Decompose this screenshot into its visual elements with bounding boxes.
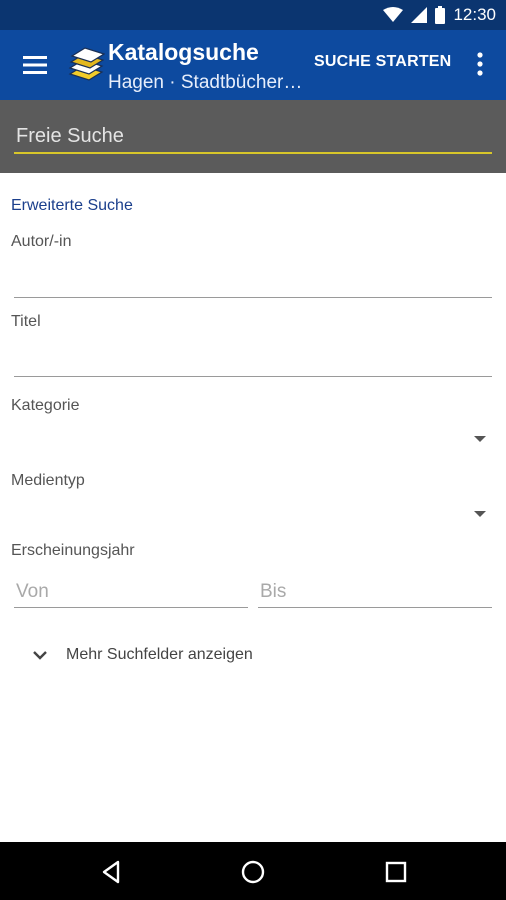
battery-icon <box>435 6 446 24</box>
year-from-field[interactable] <box>14 576 248 608</box>
title-field[interactable] <box>14 345 492 377</box>
status-bar: 12:30 <box>0 0 506 30</box>
dropdown-arrow-icon <box>474 436 486 442</box>
title-label: Titel <box>11 313 41 330</box>
overflow-menu-icon[interactable] <box>470 50 490 80</box>
home-icon[interactable] <box>238 857 268 887</box>
status-time: 12:30 <box>453 5 496 24</box>
category-dropdown[interactable] <box>10 425 492 455</box>
hamburger-menu-icon[interactable] <box>22 52 48 78</box>
media-type-label: Medientyp <box>11 472 85 489</box>
signal-icon <box>411 7 428 23</box>
wifi-icon <box>383 7 404 22</box>
start-search-button[interactable]: SUCHE STARTEN <box>314 53 451 71</box>
free-search-bar <box>0 100 506 173</box>
media-type-dropdown[interactable] <box>10 500 492 530</box>
navigation-bar <box>0 842 506 900</box>
more-search-fields-toggle[interactable]: Mehr Suchfelder anzeigen <box>32 642 253 668</box>
free-search-input[interactable] <box>14 120 492 154</box>
status-icons: 12:30 <box>383 0 496 30</box>
category-label: Kategorie <box>11 397 80 414</box>
author-field[interactable] <box>14 266 492 298</box>
app-title: Katalogsuche <box>108 39 259 65</box>
recents-icon[interactable] <box>381 857 411 887</box>
year-to-field[interactable] <box>258 576 492 608</box>
advanced-search-title: Erweiterte Suche <box>11 197 133 214</box>
book-stack-logo <box>68 47 105 81</box>
dropdown-arrow-icon <box>474 511 486 517</box>
library-subtitle[interactable]: Hagen · Stadtbücher… <box>108 72 303 94</box>
app-bar: Katalogsuche Hagen · Stadtbücher… SUCHE … <box>0 30 506 100</box>
year-label: Erscheinungsjahr <box>11 542 135 559</box>
back-icon[interactable] <box>97 857 127 887</box>
author-label: Autor/-in <box>11 233 72 250</box>
chevron-down-icon <box>33 651 47 660</box>
more-search-fields-label: Mehr Suchfelder anzeigen <box>66 646 253 663</box>
